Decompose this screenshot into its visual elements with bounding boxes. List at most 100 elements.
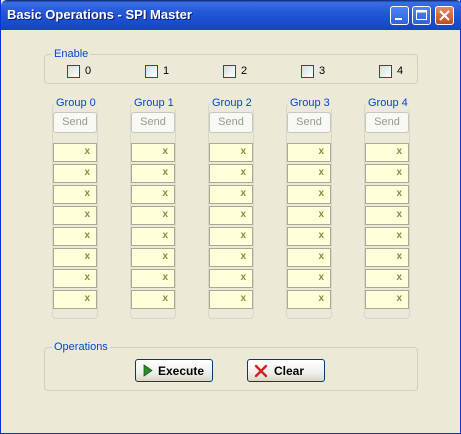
data-cell[interactable]: x (209, 206, 253, 225)
cell-value: x (84, 209, 90, 220)
maximize-icon (416, 10, 427, 20)
cell-value: x (162, 272, 168, 283)
client-area: Enable 0 1 2 3 4 Group 0 Send x x x x x x x x Grou… (4, 30, 458, 430)
data-cell[interactable]: x (287, 227, 331, 246)
play-icon (143, 364, 153, 377)
data-cell[interactable]: x (131, 164, 175, 183)
cell-value: x (240, 251, 246, 262)
cell-value: x (240, 230, 246, 241)
cell-value: x (162, 167, 168, 178)
data-cell[interactable]: x (53, 269, 97, 288)
window-title: Basic Operations - SPI Master (7, 7, 192, 22)
clear-button-label: Clear (274, 364, 305, 378)
data-cell[interactable]: x (287, 269, 331, 288)
enable-checkbox-1[interactable] (145, 65, 158, 78)
close-button[interactable] (435, 6, 454, 25)
data-cell[interactable]: x (287, 143, 331, 162)
data-cell[interactable]: x (209, 143, 253, 162)
cell-value: x (162, 293, 168, 304)
data-cell[interactable]: x (365, 206, 409, 225)
data-cell[interactable]: x (131, 248, 175, 267)
group-label: Group 2 (210, 97, 254, 109)
cell-value: x (162, 230, 168, 241)
cell-value: x (240, 188, 246, 199)
send-button[interactable]: Send (209, 112, 253, 133)
data-cell[interactable]: x (365, 269, 409, 288)
data-cell[interactable]: x (131, 290, 175, 309)
data-cell[interactable]: x (131, 185, 175, 204)
data-cell[interactable]: x (131, 143, 175, 162)
data-cell[interactable]: x (365, 164, 409, 183)
cell-value: x (396, 146, 402, 157)
data-cell[interactable]: x (365, 143, 409, 162)
cell-value: x (240, 167, 246, 178)
group-label: Group 4 (366, 97, 410, 109)
cell-value: x (162, 188, 168, 199)
enable-checkbox-label: 1 (163, 65, 170, 77)
cell-value: x (240, 209, 246, 220)
cell-value: x (162, 146, 168, 157)
cell-value: x (396, 188, 402, 199)
execute-button[interactable]: Execute (135, 359, 213, 382)
data-cell[interactable]: x (365, 227, 409, 246)
enable-checkbox-2[interactable] (223, 65, 236, 78)
cell-value: x (318, 188, 324, 199)
data-cell[interactable]: x (287, 206, 331, 225)
data-cell[interactable]: x (209, 227, 253, 246)
data-cell[interactable]: x (131, 269, 175, 288)
data-cell[interactable]: x (131, 206, 175, 225)
operations-groupbox (44, 347, 418, 391)
send-button[interactable]: Send (53, 112, 97, 133)
clear-button[interactable]: Clear (247, 359, 325, 382)
data-cell[interactable]: x (53, 185, 97, 204)
enable-checkbox-4[interactable] (379, 65, 392, 78)
cell-value: x (318, 293, 324, 304)
data-cell[interactable]: x (53, 143, 97, 162)
data-cell[interactable]: x (209, 248, 253, 267)
cell-value: x (84, 230, 90, 241)
cell-value: x (396, 209, 402, 220)
data-cell[interactable]: x (287, 248, 331, 267)
data-cell[interactable]: x (287, 290, 331, 309)
send-button[interactable]: Send (287, 112, 331, 133)
cell-value: x (318, 230, 324, 241)
data-cell[interactable]: x (53, 164, 97, 183)
enable-checkbox-0[interactable] (67, 65, 80, 78)
enable-checkbox-3[interactable] (301, 65, 314, 78)
data-cell[interactable]: x (287, 164, 331, 183)
enable-checkbox-label: 0 (85, 65, 92, 77)
data-cell[interactable]: x (365, 290, 409, 309)
data-cell[interactable]: x (365, 248, 409, 267)
cell-value: x (396, 251, 402, 262)
cell-value: x (84, 146, 90, 157)
maximize-button[interactable] (412, 6, 431, 25)
data-cell[interactable]: x (53, 227, 97, 246)
cell-value: x (396, 293, 402, 304)
cell-value: x (84, 293, 90, 304)
send-button[interactable]: Send (365, 112, 409, 133)
data-cell[interactable]: x (209, 164, 253, 183)
cell-value: x (84, 167, 90, 178)
minimize-icon (395, 18, 402, 20)
send-button[interactable]: Send (131, 112, 175, 133)
data-cell[interactable]: x (53, 290, 97, 309)
cell-value: x (240, 293, 246, 304)
data-cell[interactable]: x (209, 290, 253, 309)
data-cell[interactable]: x (287, 185, 331, 204)
data-cell[interactable]: x (209, 269, 253, 288)
red-x-icon (254, 364, 268, 378)
cell-value: x (84, 188, 90, 199)
data-cell[interactable]: x (131, 227, 175, 246)
data-cell[interactable]: x (53, 206, 97, 225)
title-bar[interactable]: Basic Operations - SPI Master (1, 0, 461, 30)
data-cell[interactable]: x (365, 185, 409, 204)
cell-value: x (84, 251, 90, 262)
cell-value: x (162, 251, 168, 262)
data-cell[interactable]: x (53, 248, 97, 267)
cell-value: x (240, 146, 246, 157)
minimize-button[interactable] (390, 6, 409, 25)
enable-label: Enable (52, 48, 91, 60)
data-cell[interactable]: x (209, 185, 253, 204)
enable-checkbox-label: 4 (397, 65, 404, 77)
close-icon (439, 10, 450, 21)
